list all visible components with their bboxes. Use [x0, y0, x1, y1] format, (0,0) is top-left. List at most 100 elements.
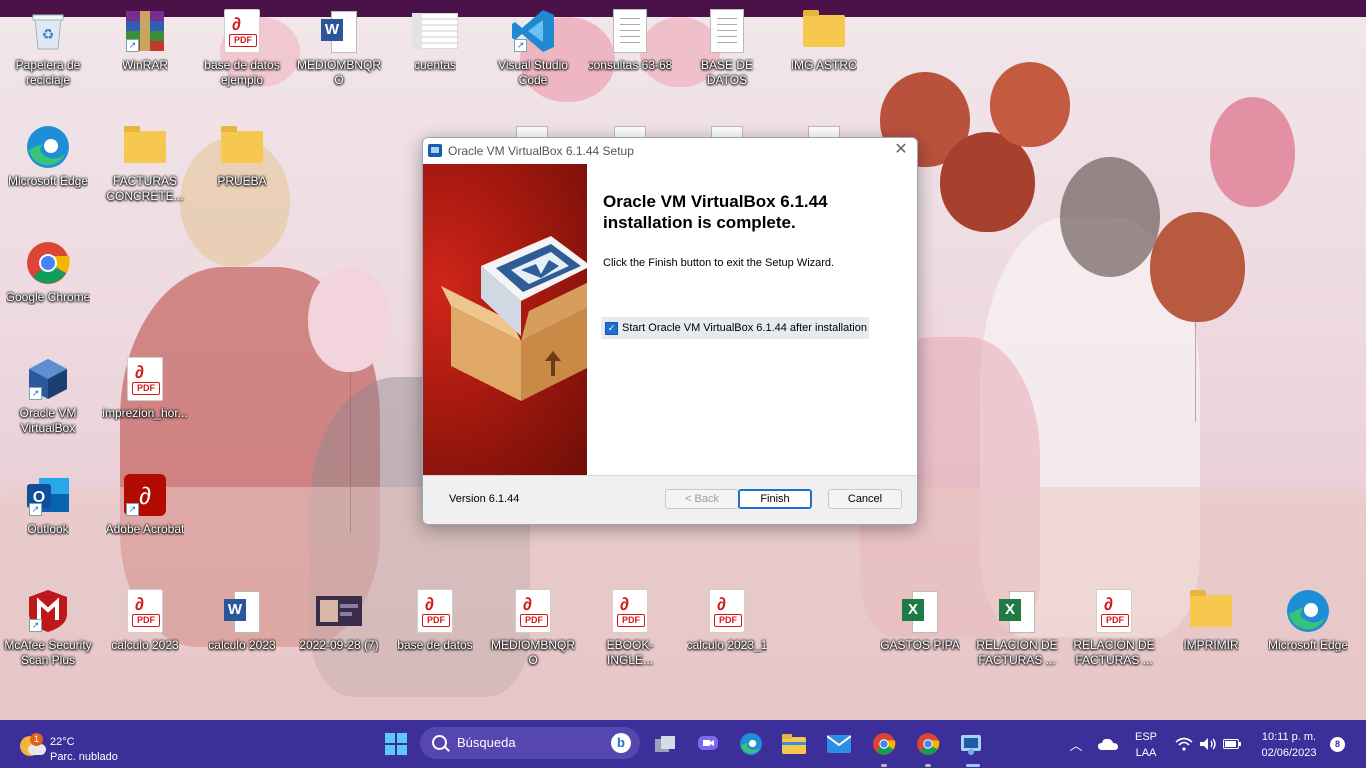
excel-icon: X: [994, 588, 1040, 634]
folder-icon: [219, 124, 265, 170]
battery-icon: [1223, 739, 1241, 749]
back-button[interactable]: < Back: [665, 489, 739, 509]
desktop-icon-prueba[interactable]: PRUEBA: [196, 122, 288, 206]
cancel-button[interactable]: Cancel: [828, 489, 902, 509]
desktop-icon-imprezion-hor[interactable]: ∂ PDF imprezion_hor...: [99, 354, 191, 438]
start-after-install-checkbox[interactable]: ✓: [605, 321, 618, 335]
finish-button[interactable]: Finish: [738, 489, 812, 509]
bing-icon[interactable]: b: [611, 733, 631, 753]
completion-heading: Oracle VM VirtualBox 6.1.44 installation…: [603, 192, 828, 232]
desktop-icon-consultas-63-68[interactable]: consultas 63-68: [584, 6, 676, 90]
desktop-icon-relacion-facturas-xlsx[interactable]: X RELACION DE FACTURAS ...: [971, 586, 1063, 670]
weather-widget[interactable]: 1 22°C Parc. nublado: [18, 728, 138, 763]
balloon: [1210, 97, 1295, 207]
chevron-up-icon: ︿: [1069, 737, 1083, 753]
desktop-icon-mcafee[interactable]: ↗ McAfee Security Scan Plus: [2, 586, 94, 670]
desktop-icon-base-de-datos-txt[interactable]: BASE DE DATOS: [681, 6, 773, 90]
close-button[interactable]: ✕: [891, 140, 911, 160]
notification-badge[interactable]: 8: [1330, 737, 1345, 752]
desktop-icon-oracle-vm-virtualbox[interactable]: ↗ Oracle VM VirtualBox: [2, 354, 94, 438]
desktop-icon-adobe-acrobat[interactable]: ∂ ↗ Adobe Acrobat: [99, 470, 191, 554]
taskbar-file-explorer[interactable]: [780, 730, 808, 758]
chrome-icon: [917, 733, 940, 755]
task-view-button[interactable]: [651, 730, 679, 758]
desktop-icon-facturas-concrete[interactable]: FACTURAS CONCRETE...: [99, 122, 191, 206]
edge-icon: [25, 124, 71, 170]
installer-icon: [961, 735, 981, 755]
desktop-icon-ebook-ingles[interactable]: ∂ PDF EBOOK-INGLE...: [584, 586, 676, 670]
pdf-icon: ∂ PDF: [510, 588, 556, 634]
dialog-title: Oracle VM VirtualBox 6.1.44 Setup: [448, 144, 634, 158]
keyboard-layout[interactable]: LAA: [1130, 747, 1162, 759]
chrome-icon: [25, 240, 71, 286]
desktop-icon-calculo-2023-pdf[interactable]: ∂ PDF calculo 2023: [99, 586, 191, 670]
wifi-icon: [1175, 737, 1193, 751]
speaker-icon: [1200, 738, 1216, 750]
balloon: [308, 267, 390, 372]
text-file-icon: [704, 8, 750, 54]
desktop-icon-relacion-facturas-pdf[interactable]: ∂ PDF RELACION DE FACTURAS ...: [1068, 586, 1160, 670]
desktop-icon-microsoft-edge[interactable]: Microsoft Edge: [2, 122, 94, 206]
chrome-icon: [873, 733, 896, 755]
desktop-icon-google-chrome[interactable]: Google Chrome: [2, 238, 94, 322]
language-indicator[interactable]: ESP: [1130, 731, 1162, 743]
taskbar-mail[interactable]: [825, 730, 853, 758]
desktop-icon-2022-09-28-7[interactable]: 2022-09-28 (7): [293, 586, 385, 670]
desktop-icon-vscode[interactable]: ↗ Visual Studio Code: [487, 6, 579, 90]
start-after-install-label: Start Oracle VM VirtualBox 6.1.44 after …: [622, 322, 867, 334]
pdf-icon: ∂ PDF: [219, 8, 265, 54]
version-label: Version 6.1.44: [449, 493, 520, 505]
taskbar-search-box[interactable]: Búsqueda b: [420, 727, 640, 759]
image-icon: [316, 588, 362, 634]
start-after-install-option[interactable]: ✓ Start Oracle VM VirtualBox 6.1.44 afte…: [601, 317, 869, 339]
svg-text:∂: ∂: [139, 483, 151, 510]
setup-dialog: Oracle VM VirtualBox 6.1.44 Setup ✕ Orac…: [422, 137, 918, 525]
taskbar-chrome[interactable]: [870, 730, 898, 758]
shortcut-arrow-icon: ↗: [29, 503, 42, 516]
show-hidden-icons-button[interactable]: ︿: [1062, 730, 1090, 758]
chat-icon: [698, 736, 718, 750]
desktop-icon-calculo-2023-word[interactable]: W calculo 2023: [196, 586, 288, 670]
task-view-icon: [655, 736, 675, 752]
clock-time[interactable]: 10:11 p. m.: [1250, 731, 1328, 743]
word-icon: W: [219, 588, 265, 634]
dialog-titlebar[interactable]: Oracle VM VirtualBox 6.1.44 Setup ✕: [423, 138, 917, 164]
desktop-icon-winrar[interactable]: ↗ WinRAR: [99, 6, 191, 90]
balloon: [1150, 212, 1245, 322]
taskbar-chrome-profile[interactable]: [914, 730, 942, 758]
taskbar-chat[interactable]: [694, 730, 722, 758]
dialog-banner: [423, 164, 587, 475]
desktop-icon-mediombnqro-pdf[interactable]: ∂ PDF MEDIOMBNQRO: [487, 586, 579, 670]
active-indicator: [966, 764, 980, 767]
desktop-icon-gastos-pipa[interactable]: X GASTOS PIPA: [874, 586, 966, 670]
weather-badge: 1: [30, 733, 43, 746]
clock-date[interactable]: 02/06/2023: [1250, 747, 1328, 759]
battery-tray[interactable]: [1218, 730, 1246, 758]
onedrive-tray[interactable]: [1094, 730, 1122, 758]
folder-icon: [782, 734, 806, 754]
taskbar-edge[interactable]: [737, 730, 765, 758]
desktop-icon-microsoft-edge-2[interactable]: Microsoft Edge: [1262, 586, 1354, 670]
taskbar-virtualbox-setup[interactable]: [957, 730, 985, 758]
desktop-icon-base-de-datos-ejemplo[interactable]: ∂ PDF base de datos ejemplo: [196, 6, 288, 90]
dialog-footer-divider: [423, 475, 917, 476]
balloon-string: [1195, 322, 1196, 422]
desktop-icon-img-astro[interactable]: IMG ASTRO: [778, 6, 870, 90]
pdf-icon: ∂ PDF: [412, 588, 458, 634]
desktop-icon-outlook[interactable]: O ↗ Outlook: [2, 470, 94, 554]
balloon-string: [350, 372, 351, 532]
desktop-icon-imprimir[interactable]: IMPRIMIR: [1165, 586, 1257, 670]
desktop-icon-cuentas[interactable]: cuentas: [389, 6, 481, 90]
running-indicator: [881, 764, 887, 767]
start-button[interactable]: [382, 730, 410, 758]
taskbar: 1 22°C Parc. nublado Búsqueda b ︿ ESP LA…: [0, 720, 1366, 768]
finish-instructions: Click the Finish button to exit the Setu…: [603, 257, 835, 269]
shortcut-arrow-icon: ↗: [514, 39, 527, 52]
desktop-icon-mediombnqro-word[interactable]: W MEDIOMBNQRO: [293, 6, 385, 90]
desktop-icon-recycle-bin[interactable]: ♻ Papelera de reciclaje: [2, 6, 94, 90]
desktop-icon-base-de-datos-pdf[interactable]: ∂ PDF base de datos: [389, 586, 481, 670]
folder-icon: [1188, 588, 1234, 634]
desktop-icon-calculo-2023-1[interactable]: ∂ PDF calculo 2023_1: [681, 586, 773, 670]
cloud-icon: [1098, 738, 1118, 750]
outlook-icon: O ↗: [25, 472, 71, 518]
